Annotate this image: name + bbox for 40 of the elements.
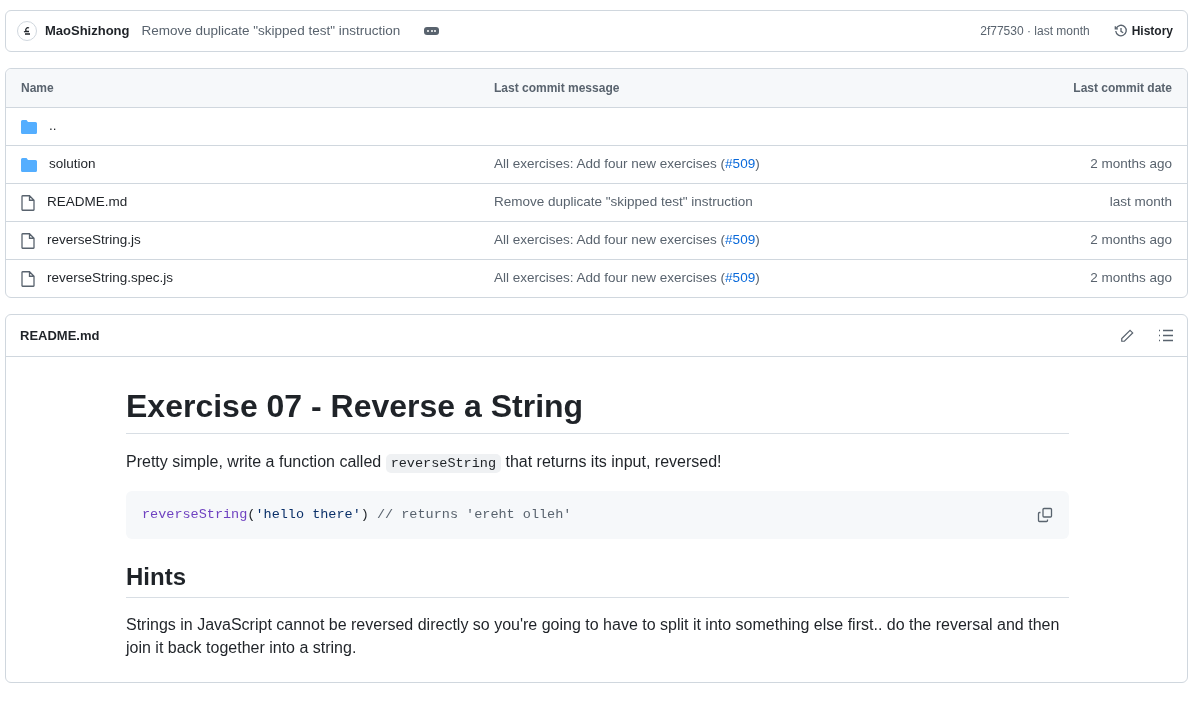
file-link[interactable]: README.md <box>47 192 128 213</box>
readme-heading: Exercise 07 - Reverse a String <box>126 387 1069 435</box>
history-button[interactable]: History <box>1113 22 1173 40</box>
commit-message[interactable]: All exercises: Add four new exercises (#509) <box>494 156 760 172</box>
intro-paragraph: Pretty simple, write a function called reverseString that returns its input, reversed! <box>126 452 723 475</box>
commit-date: last month <box>1109 194 1172 210</box>
outline-icon[interactable] <box>1158 329 1173 342</box>
commit-message[interactable]: All exercises: Add four new exercises (#509) <box>494 232 760 248</box>
commit-date: 2 months ago <box>1090 156 1172 172</box>
file-link[interactable]: reverseString.spec.js <box>47 268 174 289</box>
file-icon <box>21 194 35 211</box>
issue-link[interactable]: #509 <box>725 232 756 248</box>
commit-date: 2 months ago <box>1090 232 1172 248</box>
folder-link[interactable]: solution <box>49 154 96 175</box>
issue-link[interactable]: #509 <box>725 270 756 286</box>
commit-date: 2 months ago <box>1090 270 1172 286</box>
folder-icon <box>21 157 37 172</box>
history-icon <box>1113 24 1128 38</box>
copy-icon[interactable] <box>1037 506 1053 523</box>
readme-title: README.md <box>20 326 100 345</box>
file-icon <box>21 270 35 287</box>
commit-message[interactable]: Remove duplicate "skipped test" instruction <box>141 20 401 42</box>
column-header: Last commit message <box>494 80 621 97</box>
file-link[interactable]: reverseString.js <box>47 230 141 251</box>
inline-code: reverseString <box>385 454 501 474</box>
ellipsis-icon[interactable] <box>424 27 440 35</box>
edit-icon[interactable] <box>1120 328 1134 343</box>
commit-message[interactable]: All exercises: Add four new exercises (#509) <box>494 270 760 286</box>
column-header: Name <box>21 80 55 97</box>
commit-message[interactable]: Remove duplicate "skipped test" instruction <box>494 194 753 210</box>
folder-link[interactable]: .. <box>49 116 57 137</box>
hint-paragraph: Strings in JavaScript cannot be reversed directly so you're going to have to split it into something else first.. do the reversal and then join it back together into a string. <box>126 615 1061 658</box>
issue-link[interactable]: #509 <box>725 156 756 172</box>
code-line: reverseString('hello there') // returns 'ereht olleh' <box>142 505 572 524</box>
readme-subheading: Hints <box>126 562 1069 599</box>
commit-meta: 2f77530 · last month <box>980 23 1090 40</box>
folder-icon <box>21 119 37 134</box>
file-icon <box>21 232 35 249</box>
author-link[interactable]: MaoShizhong <box>45 21 130 41</box>
column-header: Last commit date <box>1072 80 1172 97</box>
